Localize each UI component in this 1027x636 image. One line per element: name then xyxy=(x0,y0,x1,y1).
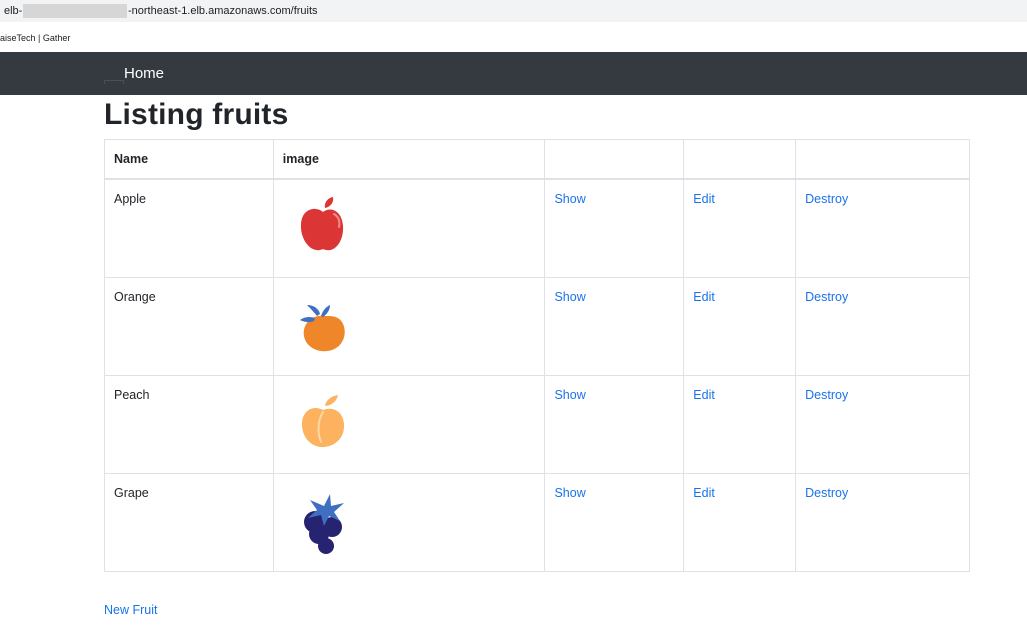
fruit-name: Orange xyxy=(104,276,274,376)
fruits-table: Name image Apple Show Edit Destroy Orang… xyxy=(104,139,970,572)
column-header-name: Name xyxy=(104,139,274,180)
page-title: Listing fruits xyxy=(104,98,289,131)
show-cell: Show xyxy=(544,374,685,474)
destroy-link[interactable]: Destroy xyxy=(805,486,848,500)
destroy-link[interactable]: Destroy xyxy=(805,388,848,402)
navbar-toggler[interactable] xyxy=(104,80,124,84)
bookmarks-bar: aiseTech | Gather xyxy=(0,22,1027,52)
destroy-cell: Destroy xyxy=(795,472,970,572)
destroy-cell: Destroy xyxy=(795,276,970,376)
table-row: Peach Show Edit Destroy xyxy=(104,374,970,474)
navbar: Home xyxy=(0,52,1027,95)
bookmark-item[interactable]: aiseTech | Gather xyxy=(0,33,70,43)
column-header-show xyxy=(544,139,685,180)
edit-cell: Edit xyxy=(683,178,797,278)
edit-link[interactable]: Edit xyxy=(693,290,715,304)
fruit-image-cell xyxy=(272,276,546,376)
column-header-image: image xyxy=(272,139,546,180)
column-header-edit xyxy=(683,139,797,180)
show-cell: Show xyxy=(544,178,685,278)
show-cell: Show xyxy=(544,472,685,572)
url-suffix: -northeast-1.elb.amazonaws.com/fruits xyxy=(128,5,318,17)
table-row: Apple Show Edit Destroy xyxy=(104,178,970,278)
edit-link[interactable]: Edit xyxy=(693,388,715,402)
destroy-link[interactable]: Destroy xyxy=(805,192,848,206)
table-header-row: Name image xyxy=(104,139,970,180)
fruit-name: Peach xyxy=(104,374,274,474)
show-link[interactable]: Show xyxy=(554,486,585,500)
new-fruit-link[interactable]: New Fruit xyxy=(104,603,157,617)
table-row: Grape Show Edit Destroy xyxy=(104,472,970,572)
url-redaction xyxy=(23,4,127,18)
destroy-cell: Destroy xyxy=(795,374,970,474)
address-bar[interactable]: elb- -northeast-1.elb.amazonaws.com/frui… xyxy=(0,0,1027,22)
edit-link[interactable]: Edit xyxy=(693,486,715,500)
show-link[interactable]: Show xyxy=(554,290,585,304)
fruit-image-cell xyxy=(272,472,546,572)
edit-cell: Edit xyxy=(683,374,797,474)
edit-cell: Edit xyxy=(683,472,797,572)
table-row: Orange Show Edit Destroy xyxy=(104,276,970,376)
url-prefix: elb- xyxy=(4,5,23,17)
show-link[interactable]: Show xyxy=(554,388,585,402)
fruit-image-cell xyxy=(272,374,546,474)
apple-icon xyxy=(300,197,343,251)
edit-cell: Edit xyxy=(683,276,797,376)
show-cell: Show xyxy=(544,276,685,376)
edit-link[interactable]: Edit xyxy=(693,192,715,206)
column-header-destroy xyxy=(795,139,970,180)
fruit-image-cell xyxy=(272,178,546,278)
nav-home-link[interactable]: Home xyxy=(124,65,164,82)
show-link[interactable]: Show xyxy=(554,192,585,206)
orange-icon xyxy=(299,304,345,351)
fruit-name: Grape xyxy=(104,472,274,572)
destroy-link[interactable]: Destroy xyxy=(805,290,848,304)
grape-icon xyxy=(303,493,344,554)
fruit-name: Apple xyxy=(104,178,274,278)
destroy-cell: Destroy xyxy=(795,178,970,278)
peach-icon xyxy=(301,394,344,447)
